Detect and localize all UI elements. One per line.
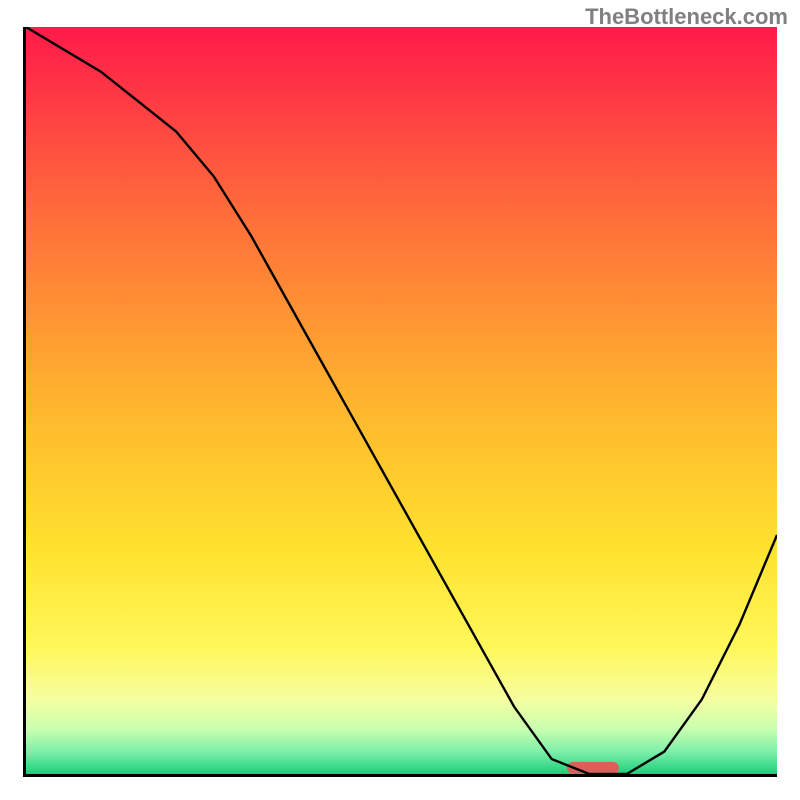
chart-plot-area — [23, 27, 777, 777]
bottleneck-curve — [26, 27, 777, 774]
watermark-text: TheBottleneck.com — [585, 4, 788, 30]
